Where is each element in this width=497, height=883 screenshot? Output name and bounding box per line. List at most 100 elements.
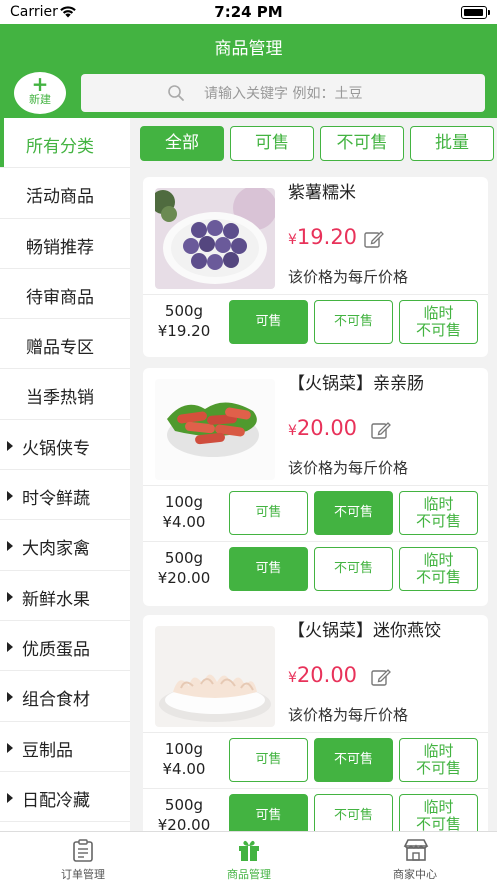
category-sidebar[interactable]: 所有分类 活动商品 畅销推荐 待审商品 赠品专区 当季热销 火锅侠专 时令鲜蔬 … xyxy=(0,118,130,831)
sidebar-item-all[interactable]: 所有分类 xyxy=(0,118,130,169)
sidebar-item-label: 赠品专区 xyxy=(26,338,94,359)
temp-unsellable-button[interactable]: 临时 不可售 xyxy=(399,491,478,535)
product-card[interactable]: 【火锅菜】迷你燕饺 ¥20.00 该价格为每斤价格 100g ¥4.00 可售 … xyxy=(143,615,488,845)
filter-tab-sellable[interactable]: 可售 xyxy=(230,126,314,161)
price-value: 19.20 xyxy=(296,225,358,249)
sidebar-item-chilled[interactable]: 日配冷藏 xyxy=(0,772,130,823)
button-label-line1: 临时 xyxy=(423,495,454,513)
unsellable-button[interactable]: 不可售 xyxy=(314,738,393,782)
sidebar-item-label: 待审商品 xyxy=(26,287,94,308)
spec-row: 500g ¥20.00 可售 不可售 临时 不可售 xyxy=(143,541,488,597)
sidebar-item-combo[interactable]: 组合食材 xyxy=(0,671,130,722)
button-label: 不可售 xyxy=(333,752,373,767)
expand-arrow-icon xyxy=(7,541,13,552)
expand-arrow-icon xyxy=(7,591,13,602)
unsellable-button[interactable]: 不可售 xyxy=(314,491,393,535)
filter-bar: 全部 可售 不可售 批量 xyxy=(134,118,497,170)
filter-tab-unsellable[interactable]: 不可售 xyxy=(320,126,404,161)
spec-row: 100g ¥4.00 可售 不可售 临时 不可售 xyxy=(143,485,488,541)
sidebar-item-seasonal[interactable]: 当季热销 xyxy=(0,369,130,420)
edit-price-icon[interactable] xyxy=(364,230,384,248)
spec-price: ¥4.00 xyxy=(162,760,206,778)
sidebar-item-hotpot[interactable]: 火锅侠专 xyxy=(0,420,130,471)
product-card[interactable]: 【火锅菜】亲亲肠 ¥20.00 该价格为每斤价格 100g ¥4.00 可售 不… xyxy=(143,368,488,606)
spec-weight: 500g xyxy=(164,302,204,320)
button-label-line2: 不可售 xyxy=(415,321,461,339)
battery-icon xyxy=(461,6,490,19)
sellable-button[interactable]: 可售 xyxy=(229,738,308,782)
currency-symbol: ¥ xyxy=(288,670,297,686)
sidebar-item-eggs[interactable]: 优质蛋品 xyxy=(0,621,130,672)
tab-label: 订单管理 xyxy=(61,868,105,881)
sidebar-item-activity[interactable]: 活动商品 xyxy=(0,168,130,219)
price-value: 20.00 xyxy=(296,416,358,440)
filter-tab-all[interactable]: 全部 xyxy=(140,126,224,161)
sidebar-item-label: 时令鲜蔬 xyxy=(22,489,90,510)
unsellable-button[interactable]: 不可售 xyxy=(314,300,393,344)
sidebar-item-vegetables[interactable]: 时令鲜蔬 xyxy=(0,470,130,521)
product-image xyxy=(155,626,275,727)
product-image xyxy=(155,379,275,480)
clipboard-icon xyxy=(73,839,93,862)
button-label: 不可售 xyxy=(333,505,373,520)
sidebar-item-fruit[interactable]: 新鲜水果 xyxy=(0,571,130,621)
button-label: 可售 xyxy=(255,505,282,520)
temp-unsellable-button[interactable]: 临时 不可售 xyxy=(399,300,478,344)
spec-weight: 100g xyxy=(164,740,204,758)
search-input[interactable]: 请输入关键字 例如：土豆 xyxy=(81,74,485,112)
search-placeholder: 请输入关键字 例如：土豆 xyxy=(204,86,363,102)
new-button-label: 新建 xyxy=(29,93,51,106)
sidebar-item-label: 所有分类 xyxy=(26,137,94,157)
sidebar-item-meat[interactable]: 大肉家禽 xyxy=(0,520,130,571)
sidebar-item-pending[interactable]: 待审商品 xyxy=(0,269,130,320)
price-value: 20.00 xyxy=(296,663,358,687)
button-label-line1: 临时 xyxy=(423,551,454,569)
sidebar-item-label: 畅销推荐 xyxy=(26,237,94,258)
currency-symbol: ¥ xyxy=(288,423,297,439)
unsellable-button[interactable]: 不可售 xyxy=(314,547,393,591)
button-label-line2: 不可售 xyxy=(415,568,461,586)
spec-info: 100g ¥4.00 xyxy=(143,492,225,532)
button-label-line1: 临时 xyxy=(423,304,454,322)
button-label: 可售 xyxy=(255,314,282,329)
store-icon xyxy=(403,839,429,861)
button-label: 可售 xyxy=(255,561,282,576)
spec-weight: 500g xyxy=(164,549,204,567)
tab-products[interactable]: 商品管理 xyxy=(166,832,332,883)
expand-arrow-icon xyxy=(7,440,13,451)
spec-price: ¥19.20 xyxy=(157,322,211,340)
tab-orders[interactable]: 订单管理 xyxy=(0,832,166,883)
filter-tab-batch[interactable]: 批量 xyxy=(410,126,494,161)
price-note: 该价格为每斤价格 xyxy=(288,706,409,724)
sellable-button[interactable]: 可售 xyxy=(229,300,308,344)
product-name: 【火锅菜】亲亲肠 xyxy=(288,374,424,394)
sellable-button[interactable]: 可售 xyxy=(229,491,308,535)
new-product-button[interactable]: + 新建 xyxy=(14,72,66,114)
sidebar-item-gifts[interactable]: 赠品专区 xyxy=(0,319,130,370)
sidebar-item-label: 日配冷藏 xyxy=(22,790,90,811)
edit-price-icon[interactable] xyxy=(371,421,391,439)
product-name: 【火锅菜】迷你燕饺 xyxy=(288,621,441,641)
edit-price-icon[interactable] xyxy=(371,668,391,686)
expand-arrow-icon xyxy=(7,692,13,703)
sidebar-item-label: 豆制品 xyxy=(22,740,73,761)
spec-row: 100g ¥4.00 可售 不可售 临时 不可售 xyxy=(143,732,488,788)
product-card[interactable]: 紫薯糯米 ¥19.20 该价格为每斤价格 500g ¥19.20 可售 不可售 … xyxy=(143,177,488,357)
expand-arrow-icon xyxy=(7,641,13,652)
sidebar-item-label: 优质蛋品 xyxy=(22,639,90,660)
sidebar-item-label: 新鲜水果 xyxy=(22,589,90,610)
temp-unsellable-button[interactable]: 临时 不可售 xyxy=(399,547,478,591)
sidebar-item-label: 组合食材 xyxy=(22,690,90,711)
temp-unsellable-button[interactable]: 临时 不可售 xyxy=(399,738,478,782)
spec-price: ¥20.00 xyxy=(157,569,211,587)
sidebar-item-tofu[interactable]: 豆制品 xyxy=(0,722,130,772)
spec-row: 500g ¥19.20 可售 不可售 临时 不可售 xyxy=(143,294,488,350)
currency-symbol: ¥ xyxy=(288,232,297,248)
product-price: ¥20.00 xyxy=(288,416,357,440)
sellable-button[interactable]: 可售 xyxy=(229,547,308,591)
sidebar-item-bestseller[interactable]: 畅销推荐 xyxy=(0,219,130,269)
expand-arrow-icon xyxy=(7,792,13,803)
tab-merchant[interactable]: 商家中心 xyxy=(332,832,497,883)
button-label: 不可售 xyxy=(333,561,373,576)
button-label-line1: 临时 xyxy=(423,742,454,760)
